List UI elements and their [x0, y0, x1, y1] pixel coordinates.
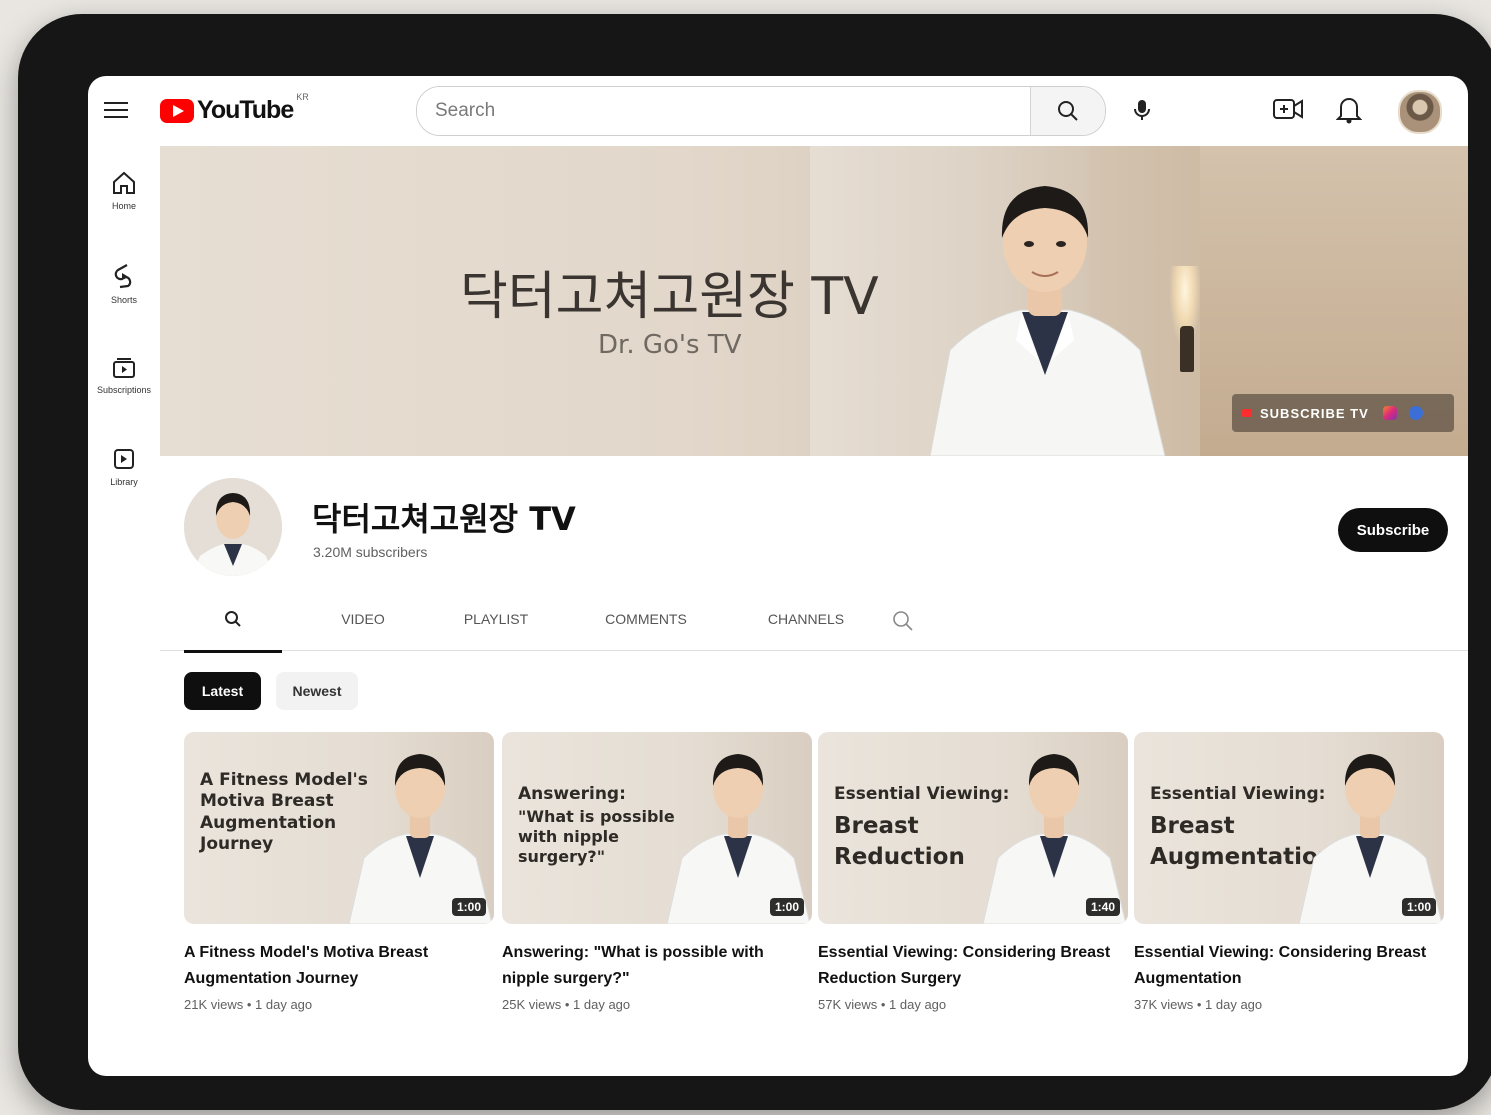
youtube-mini-icon [1242, 409, 1252, 417]
youtube-logo[interactable]: YouTube KR [160, 92, 309, 125]
video-meta: 57K views • 1 day ago [818, 997, 947, 1013]
video-card[interactable]: Answering: "What is possible with nipple… [502, 732, 812, 1012]
banner-subtitle: Dr. Go's TV [598, 330, 742, 360]
facebook-icon[interactable] [1408, 406, 1423, 420]
video-title[interactable]: Answering: "What is possible with nipple… [502, 940, 812, 991]
doctor-thumbnail-figure [666, 754, 811, 924]
tab-search[interactable] [888, 596, 918, 650]
tab-home[interactable] [184, 596, 282, 653]
notifications-button[interactable] [1335, 94, 1363, 129]
screen: YouTube KR Home [88, 76, 1468, 1076]
video-title[interactable]: Essential Viewing: Considering Breast Au… [1134, 940, 1444, 991]
video-card[interactable]: Essential Viewing: Breast Augmentation 1… [1134, 732, 1444, 1012]
library-icon [114, 449, 134, 469]
tablet-frame: YouTube KR Home [18, 14, 1491, 1110]
search-button[interactable] [1030, 87, 1105, 135]
shorts-icon [114, 264, 132, 289]
logo-country-code: KR [296, 92, 309, 102]
youtube-play-icon [160, 98, 194, 123]
sidebar-item-label: Library [110, 477, 138, 487]
video-title[interactable]: A Fitness Model's Motiva Breast Augmenta… [184, 940, 494, 991]
channel-banner: 닥터고쳐고원장 TV Dr. Go's TV SUBSCRIBE TV [160, 146, 1468, 456]
bell-icon [1335, 98, 1363, 124]
tab-video[interactable]: VIDEO [310, 596, 416, 650]
sidebar-item-shorts[interactable]: Shorts [88, 262, 160, 305]
channel-avatar[interactable] [184, 478, 282, 576]
voice-search-button[interactable] [1122, 90, 1162, 130]
search-bar [416, 86, 1106, 136]
subscriptions-icon [113, 358, 135, 378]
sidebar: Home Shorts Subscriptions Library [88, 146, 160, 1076]
tab-comments[interactable]: COMMENTS [576, 596, 716, 650]
tab-channels[interactable]: CHANNELS [736, 596, 876, 650]
video-meta: 25K views • 1 day ago [502, 997, 631, 1013]
video-card[interactable]: A Fitness Model's Motiva Breast Augmenta… [184, 732, 494, 1012]
channel-name: 닥터고쳐고원장 TV [312, 500, 576, 538]
sidebar-item-label: Shorts [110, 295, 137, 305]
doctor-thumbnail-figure [1298, 754, 1443, 924]
subscriber-count: 3.20M subscribers [313, 544, 428, 560]
sidebar-item-library[interactable]: Library [88, 446, 160, 487]
channel-tabs: VIDEO PLAYLIST COMMENTS CHANNELS [160, 596, 1468, 653]
video-duration: 1:00 [769, 898, 804, 916]
create-button[interactable] [1272, 94, 1304, 129]
microphone-icon [1134, 100, 1150, 120]
search-icon [1058, 101, 1078, 121]
sidebar-item-label: Subscriptions [96, 385, 152, 395]
sidebar-item-home[interactable]: Home [88, 170, 160, 211]
tab-playlist[interactable]: PLAYLIST [436, 596, 556, 650]
sidebar-item-label: Home [111, 201, 136, 211]
subscribe-button[interactable]: Subscribe [1338, 508, 1448, 552]
video-meta: 37K views • 1 day ago [1134, 997, 1263, 1013]
video-duration: 1:40 [1085, 898, 1120, 916]
video-title[interactable]: Essential Viewing: Considering Breast Re… [818, 940, 1128, 991]
chip-newest[interactable]: Newest [276, 672, 358, 710]
video-thumbnail[interactable]: Essential Viewing: Breast Reduction 1:40 [818, 732, 1128, 924]
video-card[interactable]: Essential Viewing: Breast Reduction 1:40… [818, 732, 1128, 1012]
video-duration: 1:00 [1401, 898, 1436, 916]
sidebar-item-subscriptions[interactable]: Subscriptions [88, 354, 160, 395]
video-thumbnail[interactable]: Answering: "What is possible with nipple… [502, 732, 812, 924]
banner-social-text: SUBSCRIBE TV [1260, 405, 1369, 421]
video-thumbnail[interactable]: A Fitness Model's Motiva Breast Augmenta… [184, 732, 494, 924]
banner-vase [1180, 326, 1194, 372]
video-duration: 1:00 [451, 898, 486, 916]
search-input[interactable] [417, 87, 1030, 135]
doctor-thumbnail-figure [348, 754, 493, 924]
video-meta: 21K views • 1 day ago [184, 997, 313, 1013]
search-icon [893, 611, 913, 631]
chip-latest[interactable]: Latest [184, 672, 261, 710]
instagram-icon[interactable] [1382, 406, 1397, 420]
video-thumbnail[interactable]: Essential Viewing: Breast Augmentation 1… [1134, 732, 1444, 924]
doctor-thumbnail-figure [982, 754, 1127, 924]
home-icon [113, 171, 135, 194]
account-avatar[interactable] [1398, 90, 1442, 134]
hamburger-menu-icon[interactable] [104, 98, 128, 120]
banner-title: 닥터고쳐고원장 TV [460, 267, 879, 327]
channel-avatar-portrait [184, 478, 282, 576]
search-icon [225, 611, 241, 627]
create-video-icon [1273, 99, 1303, 119]
banner-social-links[interactable]: SUBSCRIBE TV [1232, 394, 1454, 432]
logo-text: YouTube [197, 96, 294, 124]
top-bar: YouTube KR [88, 76, 1468, 146]
doctor-portrait-illustration [929, 186, 1166, 456]
